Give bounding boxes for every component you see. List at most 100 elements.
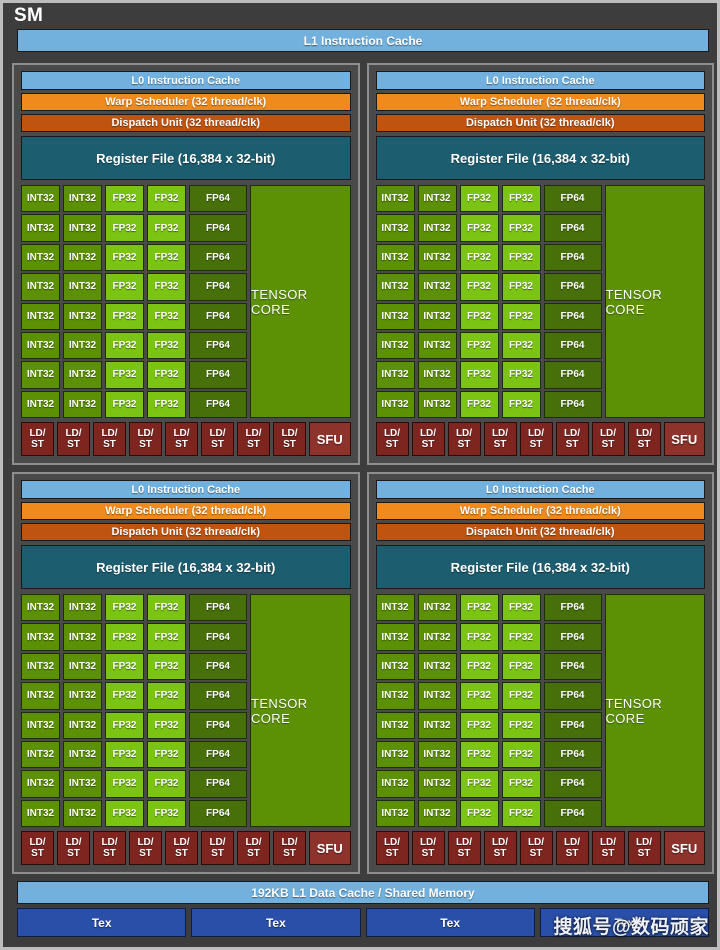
core-unit-fp32: FP32	[502, 391, 541, 418]
core-unit-int32: INT32	[21, 244, 60, 271]
core-unit-int32: INT32	[418, 682, 457, 709]
l0-instruction-cache: L0 Instruction Cache	[21, 71, 351, 90]
core-unit-fp64: FP64	[544, 214, 602, 241]
core-unit-int32: INT32	[63, 303, 102, 330]
core-unit-fp64: FP64	[189, 682, 247, 709]
core-unit-int32: INT32	[418, 800, 457, 827]
ldst-label-line1: LD/	[137, 428, 153, 439]
ldst-label-line2: ST	[67, 439, 80, 450]
core-unit-int32: INT32	[418, 770, 457, 797]
core-unit-fp32: FP32	[147, 682, 186, 709]
core-unit-int32: INT32	[63, 361, 102, 388]
core-column-fp32-3: FP32FP32FP32FP32FP32FP32FP32FP32	[147, 594, 186, 827]
core-unit-int32: INT32	[21, 303, 60, 330]
ldst-label-line1: LD/	[245, 837, 261, 848]
core-unit-int32: INT32	[418, 594, 457, 621]
core-unit-fp32: FP32	[502, 214, 541, 241]
core-unit-fp32: FP32	[502, 303, 541, 330]
core-column-int32-0: INT32INT32INT32INT32INT32INT32INT32INT32	[376, 594, 415, 827]
core-unit-fp32: FP32	[147, 185, 186, 212]
core-unit-fp64: FP64	[544, 653, 602, 680]
ldst-label-line2: ST	[139, 439, 152, 450]
core-unit-int32: INT32	[376, 594, 415, 621]
ldst-label-line1: LD/	[101, 837, 117, 848]
processing-block-0: L0 Instruction Cache Warp Scheduler (32 t…	[12, 63, 360, 465]
core-unit-fp64: FP64	[544, 800, 602, 827]
core-column-int32-1: INT32INT32INT32INT32INT32INT32INT32INT32	[63, 594, 102, 827]
warp-scheduler: Warp Scheduler (32 thread/clk)	[21, 93, 351, 111]
ldst-label-line2: ST	[602, 848, 615, 859]
core-unit-fp32: FP32	[460, 682, 499, 709]
core-unit-int32: INT32	[418, 741, 457, 768]
load-store-unit: LD/ST	[129, 422, 162, 456]
l1-data-cache-block: 192KB L1 Data Cache / Shared Memory	[17, 881, 709, 904]
core-unit-fp32: FP32	[147, 332, 186, 359]
core-unit-fp32: FP32	[460, 800, 499, 827]
ldst-label-line1: LD/	[456, 837, 472, 848]
l0-instruction-cache: L0 Instruction Cache	[21, 480, 351, 499]
core-unit-int32: INT32	[21, 594, 60, 621]
core-unit-fp64: FP64	[544, 303, 602, 330]
core-unit-fp64: FP64	[189, 185, 247, 212]
core-column-int32-0: INT32INT32INT32INT32INT32INT32INT32INT32	[21, 594, 60, 827]
core-unit-fp64: FP64	[544, 332, 602, 359]
core-column-fp64-4: FP64FP64FP64FP64FP64FP64FP64FP64	[189, 594, 247, 827]
core-unit-fp64: FP64	[544, 185, 602, 212]
special-function-unit: SFU	[309, 422, 351, 456]
core-unit-fp32: FP32	[105, 185, 144, 212]
core-column-fp64-4: FP64FP64FP64FP64FP64FP64FP64FP64	[189, 185, 247, 418]
ldst-sfu-row: LD/STLD/STLD/STLD/STLD/STLD/STLD/STLD/ST…	[376, 831, 706, 865]
register-file: Register File (16,384 x 32-bit)	[21, 136, 351, 180]
core-unit-fp32: FP32	[460, 653, 499, 680]
core-unit-fp64: FP64	[189, 712, 247, 739]
core-unit-int32: INT32	[21, 214, 60, 241]
core-unit-fp32: FP32	[460, 332, 499, 359]
load-store-unit: LD/ST	[484, 422, 517, 456]
ldst-label-line1: LD/	[209, 428, 225, 439]
ldst-label-line2: ST	[283, 848, 296, 859]
ldst-label-line1: LD/	[492, 837, 508, 848]
core-unit-int32: INT32	[21, 682, 60, 709]
warp-scheduler: Warp Scheduler (32 thread/clk)	[376, 502, 706, 520]
core-unit-fp32: FP32	[105, 303, 144, 330]
core-unit-int32: INT32	[376, 303, 415, 330]
processing-block-3: L0 Instruction CacheWarp Scheduler (32 t…	[367, 472, 715, 874]
core-unit-fp64: FP64	[189, 273, 247, 300]
ldst-label-line2: ST	[31, 848, 44, 859]
core-unit-int32: INT32	[21, 185, 60, 212]
ldst-label-line2: ST	[211, 439, 224, 450]
core-column-fp32-3: FP32FP32FP32FP32FP32FP32FP32FP32	[147, 185, 186, 418]
load-store-unit: LD/ST	[520, 422, 553, 456]
core-unit-fp32: FP32	[105, 800, 144, 827]
core-unit-fp32: FP32	[502, 361, 541, 388]
ldst-label-line1: LD/	[456, 428, 472, 439]
load-store-unit: LD/ST	[201, 422, 234, 456]
core-unit-fp32: FP32	[460, 594, 499, 621]
core-unit-fp32: FP32	[105, 332, 144, 359]
processing-block-2: L0 Instruction CacheWarp Scheduler (32 t…	[12, 472, 360, 874]
ldst-label-line1: LD/	[281, 837, 297, 848]
core-unit-int32: INT32	[376, 712, 415, 739]
core-unit-fp64: FP64	[189, 391, 247, 418]
core-unit-fp64: FP64	[189, 800, 247, 827]
core-unit-fp32: FP32	[502, 623, 541, 650]
core-unit-int32: INT32	[418, 185, 457, 212]
core-unit-fp32: FP32	[147, 361, 186, 388]
core-unit-fp32: FP32	[147, 594, 186, 621]
core-column-fp32-2: FP32FP32FP32FP32FP32FP32FP32FP32	[460, 594, 499, 827]
core-column-fp64-4: FP64FP64FP64FP64FP64FP64FP64FP64	[544, 185, 602, 418]
load-store-unit: LD/ST	[520, 831, 553, 865]
sm-architecture-diagram: SM L1 Instruction Cache L0 Instruction C…	[0, 0, 720, 950]
ldst-label-line2: ST	[247, 439, 260, 450]
load-store-unit: LD/ST	[484, 831, 517, 865]
core-unit-int32: INT32	[21, 361, 60, 388]
ldst-label-line2: ST	[530, 439, 543, 450]
core-unit-fp32: FP32	[147, 214, 186, 241]
ldst-label-line2: ST	[458, 848, 471, 859]
core-unit-fp32: FP32	[147, 770, 186, 797]
core-unit-int32: INT32	[376, 273, 415, 300]
core-columns: INT32INT32INT32INT32INT32INT32INT32INT32…	[376, 594, 602, 827]
core-unit-fp32: FP32	[502, 653, 541, 680]
core-unit-fp64: FP64	[544, 682, 602, 709]
core-unit-int32: INT32	[63, 623, 102, 650]
